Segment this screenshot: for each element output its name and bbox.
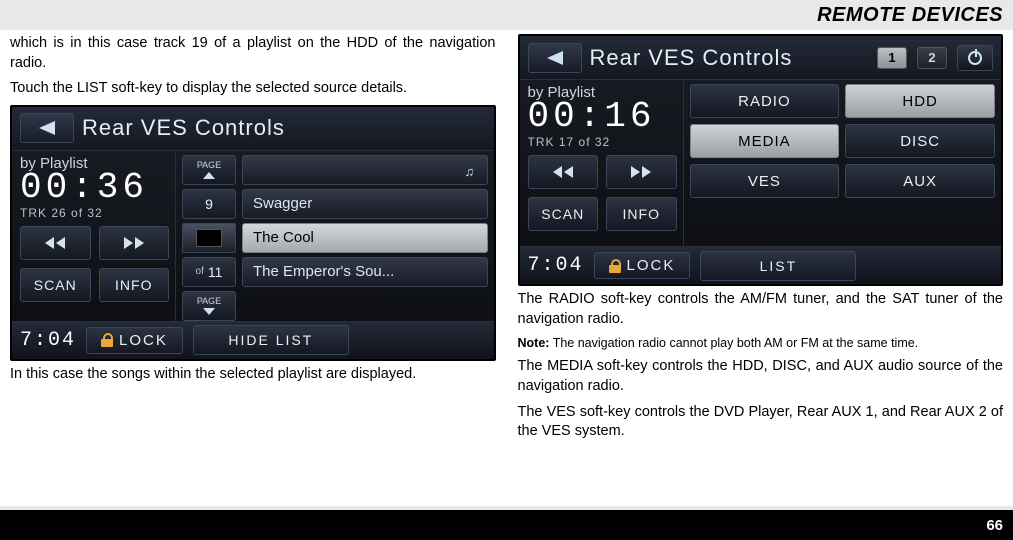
of-label: of xyxy=(196,266,204,277)
rewind-icon xyxy=(45,237,65,249)
header-bar: REMOTE DEVICES xyxy=(0,0,1013,30)
source-menu: RADIO HDD MEDIA DISC VES AUX xyxy=(684,80,1002,246)
media-button[interactable]: MEDIA xyxy=(690,124,840,158)
footer-bar: 66 xyxy=(0,510,1013,540)
transport-row xyxy=(528,155,677,189)
forward-icon xyxy=(124,237,144,249)
list-pane: PAGE 9 Swagger The Cool of 11 xyxy=(176,151,494,321)
titlebar: Rear VES Controls xyxy=(12,107,494,151)
hide-list-button[interactable]: HIDE LIST xyxy=(193,325,349,355)
list-index-bottom: 11 xyxy=(208,264,223,280)
note-text: The navigation radio cannot play both AM… xyxy=(549,336,918,350)
right-para-3: The VES soft-key controls the DVD Player… xyxy=(518,403,1004,442)
radio-button[interactable]: RADIO xyxy=(690,84,840,118)
back-button[interactable] xyxy=(20,113,74,143)
screen-title: Rear VES Controls xyxy=(82,115,486,141)
rewind-button[interactable] xyxy=(528,155,599,189)
now-playing-pane: by Playlist 00:16 TRK 17 of 32 SCAN INFO xyxy=(520,80,684,246)
transport-row xyxy=(20,226,169,260)
list-item-selected[interactable]: The Cool xyxy=(242,223,488,253)
list-row-2: 9 Swagger xyxy=(182,189,488,219)
control-row: SCAN INFO xyxy=(20,268,169,302)
track-counter: TRK 26 of 32 xyxy=(20,206,169,220)
list-item[interactable]: Swagger xyxy=(242,189,488,219)
note-label: Note: xyxy=(518,336,550,350)
screen-title: Rear VES Controls xyxy=(590,45,870,71)
left-para-3: In this case the songs within the select… xyxy=(10,365,496,385)
ves-button[interactable]: VES xyxy=(690,164,840,198)
clock: 7:04 xyxy=(20,329,76,352)
chevron-up-icon xyxy=(203,172,215,179)
zone-1-button[interactable]: 1 xyxy=(877,47,907,69)
chevron-down-icon xyxy=(203,308,215,315)
page-number: 66 xyxy=(986,517,1003,534)
aux-button[interactable]: AUX xyxy=(845,164,995,198)
list-header-cell[interactable] xyxy=(242,155,488,185)
left-para-2: Touch the LIST soft-key to display the s… xyxy=(10,79,496,99)
list-index-of: of 11 xyxy=(182,257,236,287)
page-label: PAGE xyxy=(197,160,221,170)
titlebar: Rear VES Controls 1 2 xyxy=(520,36,1002,80)
elapsed-time: 00:16 xyxy=(528,99,677,135)
lock-label: LOCK xyxy=(627,257,676,274)
list-row-1: PAGE xyxy=(182,155,488,185)
zone-2-button[interactable]: 2 xyxy=(917,47,947,69)
page-label: PAGE xyxy=(197,296,221,306)
forward-button[interactable] xyxy=(99,226,170,260)
page-up-button[interactable]: PAGE xyxy=(182,155,236,185)
note-line: Note: The navigation radio cannot play b… xyxy=(518,335,1004,351)
power-icon xyxy=(968,51,982,65)
screenshot-left: Rear VES Controls by Playlist 00:36 TRK … xyxy=(10,105,496,361)
title-icons: 1 2 xyxy=(877,45,993,71)
power-button[interactable] xyxy=(957,45,993,71)
forward-button[interactable] xyxy=(606,155,677,189)
list-row-5: PAGE xyxy=(182,291,488,321)
right-para-2: The MEDIA soft-key controls the HDD, DIS… xyxy=(518,357,1004,396)
lock-button[interactable]: LOCK xyxy=(594,252,691,279)
list-index-top: 9 xyxy=(182,189,236,219)
hdd-button[interactable]: HDD xyxy=(845,84,995,118)
content-area: which is in this case track 19 of a play… xyxy=(0,30,1013,506)
lock-button[interactable]: LOCK xyxy=(86,327,183,354)
right-para-1: The RADIO soft-key controls the AM/FM tu… xyxy=(518,290,1004,329)
left-para-1: which is in this case track 19 of a play… xyxy=(10,34,496,73)
list-row-3: The Cool xyxy=(182,223,488,253)
screenshot-right: Rear VES Controls 1 2 by Playlist 00:16 … xyxy=(518,34,1004,286)
scan-button[interactable]: SCAN xyxy=(20,268,91,302)
disc-button[interactable]: DISC xyxy=(845,124,995,158)
page: REMOTE DEVICES which is in this case tra… xyxy=(0,0,1013,540)
info-button[interactable]: INFO xyxy=(606,197,677,231)
back-button[interactable] xyxy=(528,43,582,73)
info-button[interactable]: INFO xyxy=(99,268,170,302)
left-column: which is in this case track 19 of a play… xyxy=(10,34,496,506)
screen-body: by Playlist 00:16 TRK 17 of 32 SCAN INFO xyxy=(520,80,1002,246)
screen-body: by Playlist 00:36 TRK 26 of 32 SCAN INFO xyxy=(12,151,494,321)
elapsed-time: 00:36 xyxy=(20,170,169,206)
lock-label: LOCK xyxy=(119,332,168,349)
arrow-left-icon xyxy=(39,121,55,135)
now-playing-pane: by Playlist 00:36 TRK 26 of 32 SCAN INFO xyxy=(12,151,176,321)
page-down-button[interactable]: PAGE xyxy=(182,291,236,321)
list-item[interactable]: The Emperor's Sou... xyxy=(242,257,488,287)
arrow-left-icon xyxy=(547,51,563,65)
bottom-bar: 7:04 LOCK LIST xyxy=(520,246,1002,284)
clock: 7:04 xyxy=(528,254,584,277)
list-button[interactable]: LIST xyxy=(700,251,856,281)
rewind-button[interactable] xyxy=(20,226,91,260)
scan-button[interactable]: SCAN xyxy=(528,197,599,231)
music-note-icon xyxy=(465,163,477,177)
rewind-icon xyxy=(553,166,573,178)
forward-icon xyxy=(631,166,651,178)
right-column: Rear VES Controls 1 2 by Playlist 00:16 … xyxy=(518,34,1004,506)
track-counter: TRK 17 of 32 xyxy=(528,135,677,149)
control-row: SCAN INFO xyxy=(528,197,677,231)
list-row-4: of 11 The Emperor's Sou... xyxy=(182,257,488,287)
lock-icon xyxy=(609,259,621,273)
bottom-bar: 7:04 LOCK HIDE LIST xyxy=(12,321,494,359)
album-art-thumb xyxy=(182,223,236,253)
lock-icon xyxy=(101,333,113,347)
section-title: REMOTE DEVICES xyxy=(817,4,1003,27)
